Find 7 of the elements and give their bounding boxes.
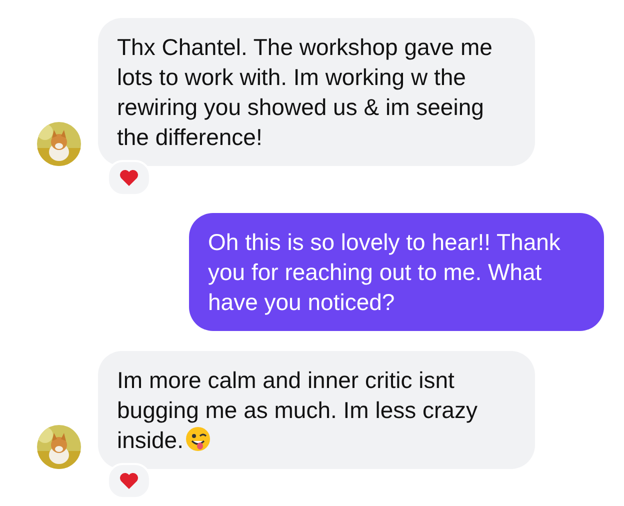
reaction-badge[interactable] bbox=[107, 463, 151, 499]
message-text: Thx Chantel. The workshop gave me lots to work with. Im working w the rewiring you showed us & im seeing the difference! bbox=[117, 34, 492, 150]
heart-icon bbox=[119, 169, 139, 187]
message-text: Oh this is so lovely to hear!! Thank you for reaching out to me. What have you noticed? bbox=[208, 229, 560, 315]
heart-icon bbox=[119, 472, 139, 490]
message-text: Im more calm and inner critic isnt bugging me as much. Im less crazy inside. bbox=[117, 367, 478, 453]
reaction-badge[interactable] bbox=[107, 160, 151, 196]
